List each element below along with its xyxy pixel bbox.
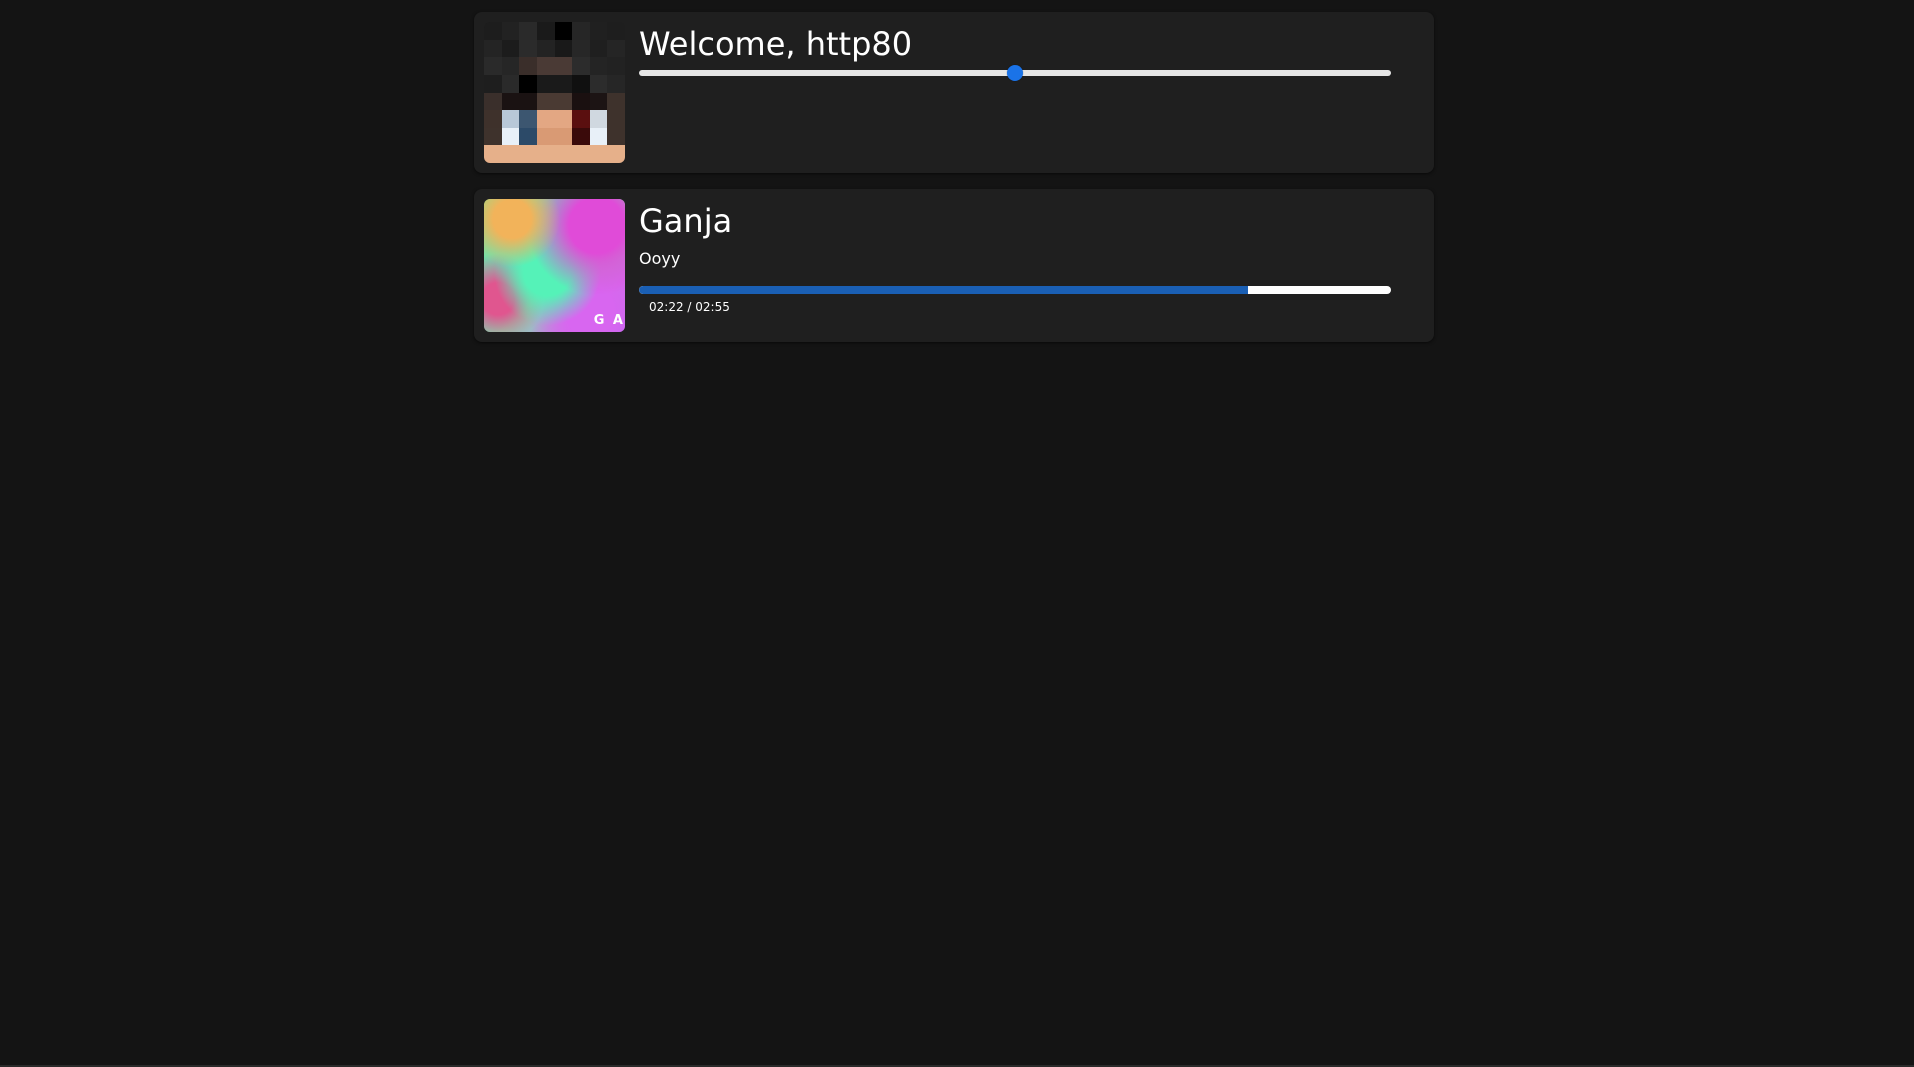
avatar-pixel	[501, 145, 520, 163]
track-info: Ganja Ooyy 02:22 / 02:55	[639, 199, 1424, 332]
playback-progress-bar[interactable]	[639, 286, 1391, 294]
avatar-pixel	[519, 145, 537, 163]
avatar-pixel	[589, 110, 608, 128]
avatar-pixel	[501, 92, 520, 111]
avatar-pixel	[501, 22, 520, 40]
avatar-pixel	[554, 57, 573, 75]
avatar-pixel	[484, 127, 502, 146]
avatar-pixel	[519, 92, 537, 111]
avatar-pixel	[519, 22, 537, 40]
avatar-pixel	[607, 22, 625, 40]
avatar-pixel	[554, 145, 573, 163]
avatar-pixel	[589, 57, 608, 75]
avatar-pixel	[554, 92, 573, 111]
avatar-pixel	[501, 57, 520, 75]
avatar-pixel	[484, 110, 502, 128]
avatar-pixel	[536, 57, 555, 75]
avatar-pixel	[607, 110, 625, 128]
avatar-pixel	[484, 92, 502, 111]
avatar-pixel	[501, 39, 520, 58]
avatar-pixel-art	[484, 22, 625, 163]
avatar-pixel	[607, 127, 625, 146]
avatar-pixel	[501, 110, 520, 128]
avatar-pixel	[484, 145, 502, 163]
avatar-pixel	[572, 127, 590, 146]
avatar-pixel	[554, 39, 573, 58]
avatar-pixel	[536, 110, 555, 128]
avatar-pixel	[607, 74, 625, 93]
avatar-pixel	[589, 145, 608, 163]
avatar-pixel	[607, 39, 625, 58]
avatar-pixel	[484, 22, 502, 40]
track-artist: Ooyy	[639, 249, 681, 268]
avatar-pixel	[589, 92, 608, 111]
now-playing-card: G A Ganja Ooyy 02:22 / 02:55	[474, 189, 1434, 342]
avatar-pixel	[572, 57, 590, 75]
avatar-pixel	[607, 92, 625, 111]
avatar-pixel	[536, 127, 555, 146]
playback-progress-fill	[639, 286, 1249, 294]
avatar-pixel	[589, 74, 608, 93]
welcome-heading: Welcome, http80	[639, 25, 913, 63]
avatar-pixel	[536, 92, 555, 111]
user-info: Welcome, http80	[639, 22, 1424, 163]
avatar-pixel	[572, 145, 590, 163]
avatar-pixel	[519, 127, 537, 146]
avatar-pixel	[572, 92, 590, 111]
album-art: G A	[484, 199, 625, 332]
user-card: Welcome, http80	[474, 12, 1434, 173]
avatar-pixel	[484, 57, 502, 75]
avatar-pixel	[607, 145, 625, 163]
avatar-pixel	[554, 110, 573, 128]
avatar-pixel	[536, 74, 555, 93]
avatar-pixel	[589, 127, 608, 146]
avatar-pixel	[572, 22, 590, 40]
avatar-pixel	[589, 39, 608, 58]
avatar-pixel	[572, 110, 590, 128]
avatar-pixel	[554, 74, 573, 93]
main-container: Welcome, http80 G A Ganja Ooyy 02:22 / 0…	[474, 12, 1434, 358]
avatar-pixel	[501, 74, 520, 93]
track-title: Ganja	[639, 202, 733, 240]
avatar-pixel	[536, 145, 555, 163]
avatar-pixel	[554, 22, 573, 40]
avatar-pixel	[607, 57, 625, 75]
avatar-pixel	[536, 39, 555, 58]
avatar-pixel	[519, 110, 537, 128]
avatar-pixel	[536, 22, 555, 40]
user-avatar	[484, 22, 625, 163]
avatar-pixel	[519, 57, 537, 75]
avatar-pixel	[484, 39, 502, 58]
avatar-pixel	[589, 22, 608, 40]
avatar-pixel	[519, 39, 537, 58]
playback-time: 02:22 / 02:55	[649, 300, 730, 314]
avatar-pixel	[484, 74, 502, 93]
avatar-pixel	[572, 39, 590, 58]
volume-slider-handle[interactable]	[1007, 65, 1023, 81]
avatar-pixel	[554, 127, 573, 146]
album-art-mark: G A	[593, 313, 625, 328]
avatar-pixel	[501, 127, 520, 146]
avatar-pixel	[519, 74, 537, 93]
avatar-pixel	[572, 74, 590, 93]
volume-slider[interactable]	[639, 65, 1391, 81]
